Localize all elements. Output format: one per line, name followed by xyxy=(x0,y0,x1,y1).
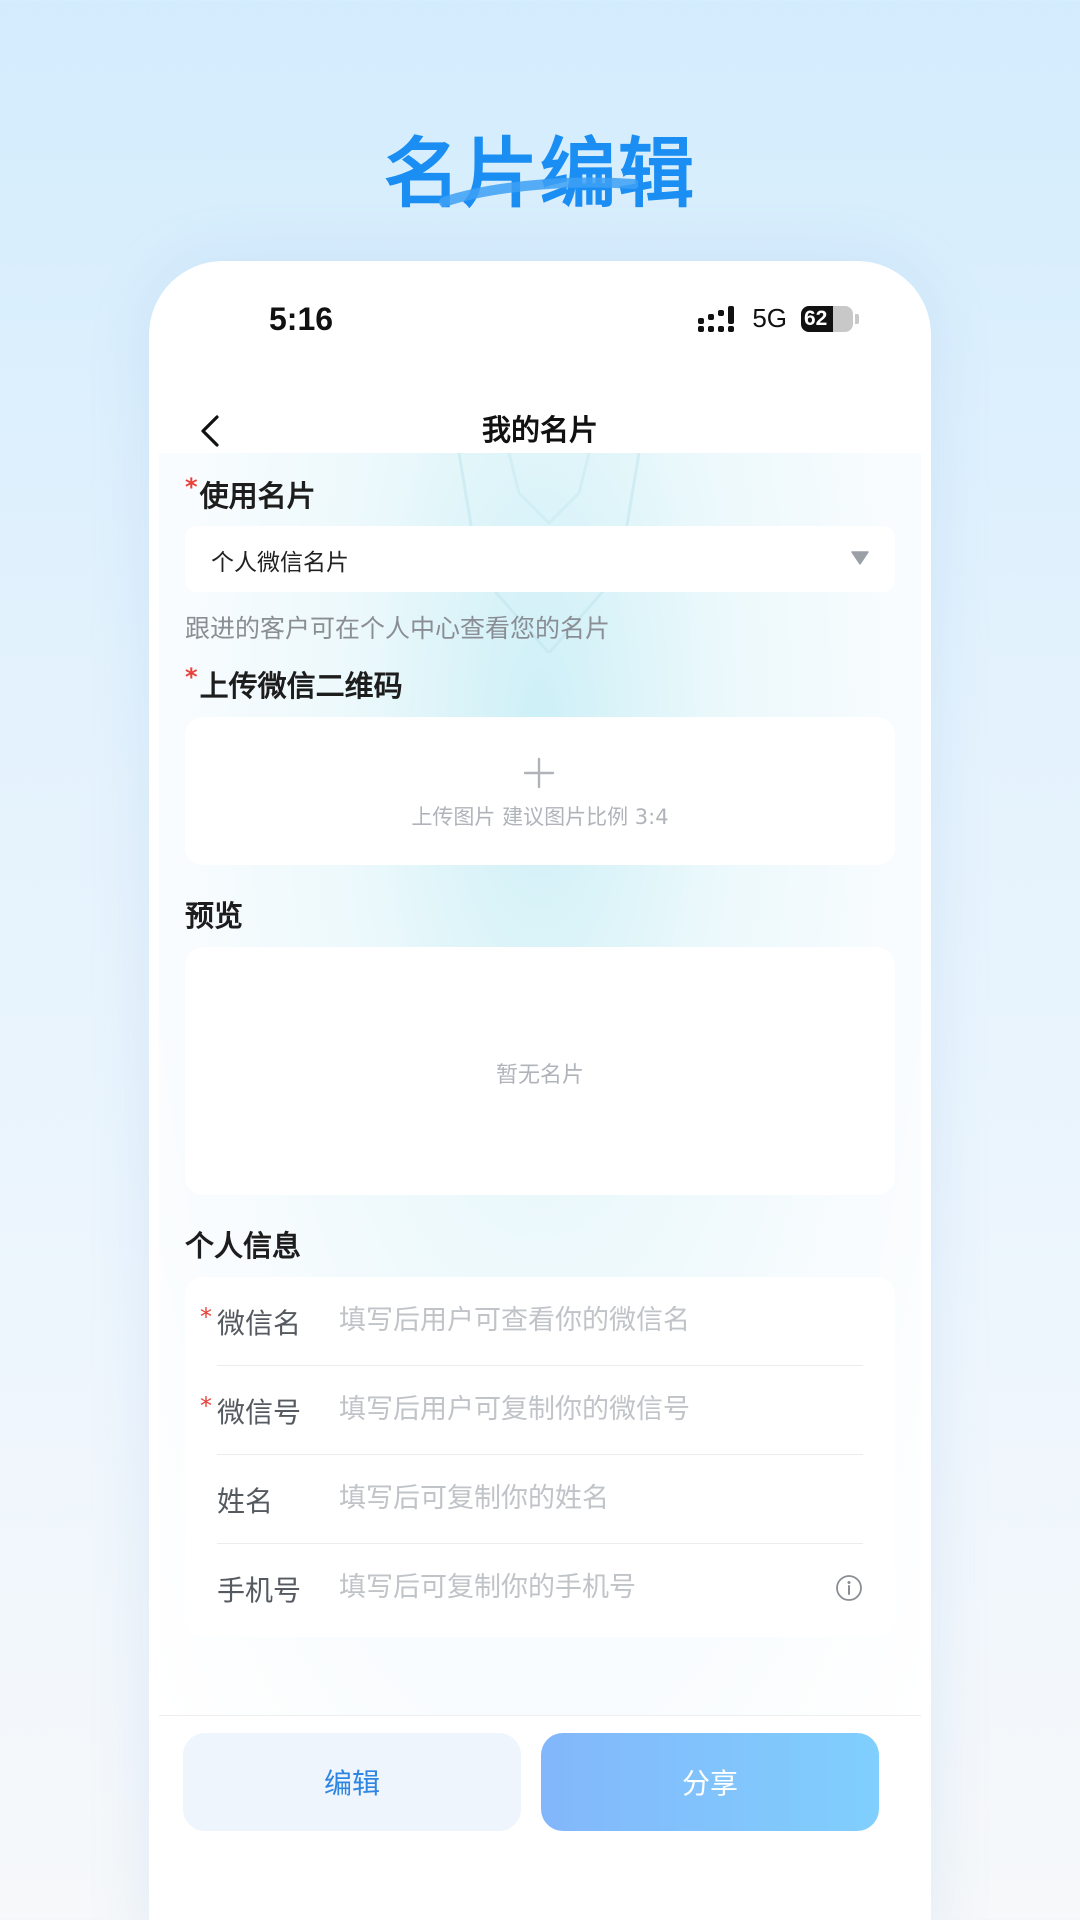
required-mark: * xyxy=(200,1303,212,1331)
card-type-hint: 跟进的客户可在个人中心查看您的名片 xyxy=(185,614,611,643)
phone-input[interactable] xyxy=(339,1564,809,1610)
personal-info-card: * 微信名 * 微信号 姓名 手机号 xyxy=(185,1277,895,1637)
preview-label: 预览 xyxy=(185,899,244,933)
status-time: 5:16 xyxy=(269,301,334,337)
preview-empty-text: 暂无名片 xyxy=(495,1063,584,1088)
field-label: 微信号 xyxy=(217,1396,302,1429)
battery-icon: 62 xyxy=(801,305,853,332)
card-type-select[interactable]: 个人微信名片 xyxy=(185,526,895,592)
field-phone: 手机号 xyxy=(217,1544,863,1633)
card-type-selected-value: 个人微信名片 xyxy=(211,550,349,576)
title-underline-swoosh xyxy=(439,177,638,207)
field-wechat-name: * 微信名 xyxy=(200,1277,863,1366)
field-label: 姓名 xyxy=(217,1485,274,1518)
wechat-id-input[interactable] xyxy=(339,1386,809,1432)
qr-upload-area[interactable]: 上传图片 建议图片比例 3:4 xyxy=(185,717,895,865)
required-mark: * xyxy=(185,473,198,501)
status-bar-right: 5G 62 xyxy=(698,303,859,334)
card-type-label-text: 使用名片 xyxy=(199,479,316,513)
field-wechat-id: * 微信号 xyxy=(200,1366,863,1455)
phone-frame: 5:16 5G 62 我的名片 *使用名片 个人微信名片 跟进的客户可在个人中心… xyxy=(149,261,931,1920)
qr-upload-label: *上传微信二维码 xyxy=(185,663,403,705)
upload-hint: 上传图片 建议图片比例 3:4 xyxy=(411,805,669,829)
field-name: 姓名 xyxy=(217,1455,863,1544)
required-mark: * xyxy=(200,1392,212,1420)
signal-icon xyxy=(698,305,735,332)
wechat-name-input[interactable] xyxy=(339,1297,809,1343)
required-mark: * xyxy=(185,663,198,691)
form-content: *使用名片 个人微信名片 跟进的客户可在个人中心查看您的名片 *上传微信二维码 … xyxy=(159,453,921,1715)
edit-button[interactable]: 编辑 xyxy=(183,1733,521,1831)
field-label: 手机号 xyxy=(217,1574,302,1607)
share-button[interactable]: 分享 xyxy=(541,1733,879,1831)
name-input[interactable] xyxy=(339,1475,809,1521)
card-type-label: *使用名片 xyxy=(185,473,316,515)
info-icon[interactable] xyxy=(835,1574,863,1602)
field-label: 微信名 xyxy=(217,1307,302,1340)
qr-upload-label-text: 上传微信二维码 xyxy=(199,669,403,703)
card-preview: 暂无名片 xyxy=(185,947,895,1195)
personal-info-label: 个人信息 xyxy=(185,1229,302,1263)
dropdown-caret-icon xyxy=(851,551,869,565)
footer-divider xyxy=(159,1715,921,1716)
battery-level: 62 xyxy=(804,306,828,330)
page-title: 我的名片 xyxy=(481,413,598,447)
battery-cap xyxy=(855,313,859,324)
plus-icon xyxy=(523,757,555,789)
network-type: 5G xyxy=(752,303,787,333)
